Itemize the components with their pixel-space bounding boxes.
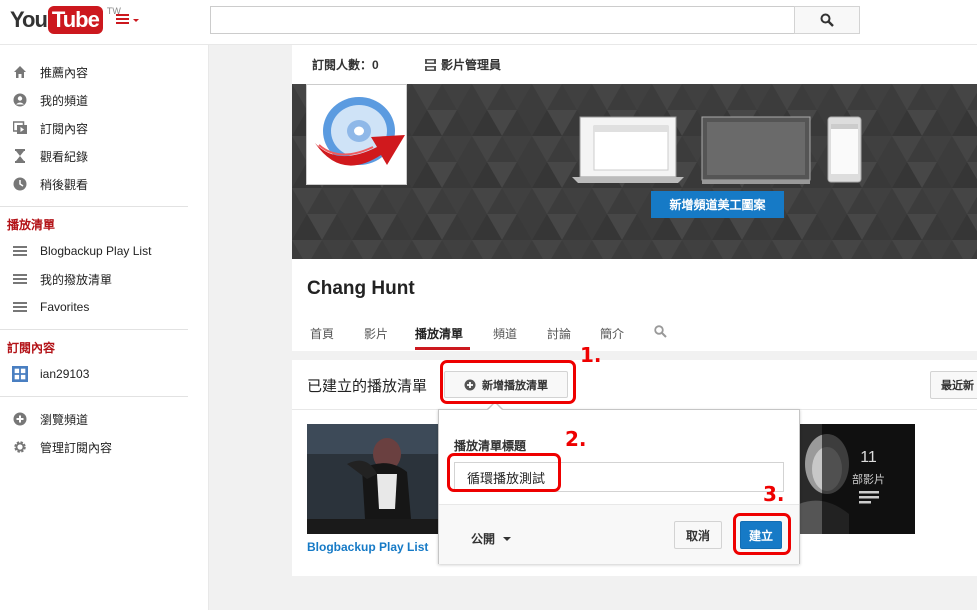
sidebar-divider: [0, 206, 188, 207]
privacy-dropdown[interactable]: 公開: [471, 530, 512, 547]
subscriber-count: 訂閱人數：0: [312, 58, 379, 72]
sidebar-item-label: Blogbackup Play List: [40, 244, 152, 258]
channel-avatar[interactable]: [306, 84, 407, 185]
search-icon: [820, 13, 834, 27]
sidebar-item-label: Favorites: [40, 300, 90, 314]
menu-icon: [116, 14, 129, 26]
guide-menu-button[interactable]: [116, 14, 140, 28]
sidebar-item-my-channel[interactable]: 我的頻道: [0, 86, 209, 114]
annotation-box-1: [440, 360, 576, 404]
masthead: You Tube TW: [0, 0, 977, 45]
sidebar-item-recommended[interactable]: 推薦內容: [0, 58, 209, 86]
video-count: 11: [860, 449, 877, 466]
search-button[interactable]: [794, 6, 860, 34]
annotation-number-2: 2.: [565, 427, 587, 451]
sidebar-divider: [0, 396, 188, 397]
tab-playlists[interactable]: 播放清單: [415, 325, 463, 342]
channel-logo-image: [307, 85, 406, 184]
sidebar-item-subscription[interactable]: ian29103: [0, 360, 209, 388]
active-tab-indicator: [415, 347, 470, 350]
logo-you-text: You: [10, 7, 48, 32]
sidebar-heading-subscriptions[interactable]: 訂閱內容: [7, 339, 55, 356]
popup-arrow-inner: [488, 403, 502, 410]
sidebar-heading-playlists[interactable]: 播放清單: [7, 216, 55, 233]
youtube-logo[interactable]: You Tube TW: [10, 6, 121, 34]
sidebar-item-label: 稍後觀看: [40, 177, 89, 192]
sidebar-item-label: 管理訂閱內容: [40, 440, 113, 455]
video-manager-label: 影片管理員: [441, 58, 502, 72]
list-icon: [12, 299, 28, 315]
tab-channels[interactable]: 頻道: [493, 325, 517, 342]
list-icon: [12, 243, 28, 259]
sidebar-item-browse-channels[interactable]: 瀏覽頻道: [0, 405, 209, 433]
sidebar-item-label: ian29103: [40, 367, 90, 381]
person-icon: [12, 92, 28, 108]
channel-banner: 新增頻道美工圖案: [292, 84, 977, 259]
gear-icon: [12, 439, 28, 455]
list-icon: [12, 271, 28, 287]
annotation-number-1: 1.: [580, 343, 602, 367]
sidebar-item-label: 訂閱內容: [40, 121, 89, 136]
add-channel-art-button[interactable]: 新增頻道美工圖案: [651, 191, 784, 218]
playlist-thumbnail-image: [307, 424, 440, 534]
video-manager-link[interactable]: 影片管理員: [425, 56, 501, 73]
sidebar-item-playlist[interactable]: Favorites: [0, 293, 209, 321]
sidebar-item-label: 我的頻道: [40, 93, 89, 108]
sidebar-item-label: 我的撥放清單: [40, 272, 113, 287]
playlist-thumbnail[interactable]: [307, 424, 440, 534]
playlist-icon: [859, 491, 879, 504]
hourglass-icon: [12, 148, 28, 164]
sidebar-item-playlist[interactable]: 我的撥放清單: [0, 265, 209, 293]
search-icon: [654, 325, 667, 338]
tab-about[interactable]: 簡介: [600, 325, 624, 342]
chevron-down-icon: [133, 19, 139, 22]
playlist-title-label: 播放清單標題: [454, 439, 527, 453]
guide-sidebar: 推薦內容 我的頻道 訂閱內容 觀看紀錄 稍後觀看 播放清單 Blogbackup…: [0, 45, 209, 610]
tab-discussion[interactable]: 討論: [547, 325, 571, 342]
channel-avatar-icon: [12, 366, 28, 382]
sidebar-item-label: 瀏覽頻道: [40, 412, 89, 427]
search-input[interactable]: [210, 6, 795, 34]
tab-home[interactable]: 首頁: [310, 325, 334, 342]
playlist-title-link[interactable]: Blogbackup Play List: [307, 540, 428, 554]
sidebar-item-subscriptions[interactable]: 訂閱內容: [0, 114, 209, 142]
annotation-box-3: [733, 513, 791, 555]
sidebar-item-playlist[interactable]: Blogbackup Play List: [0, 237, 209, 265]
privacy-label: 公開: [471, 532, 496, 546]
video-count-overlay: 11 部影片: [822, 424, 915, 534]
tab-search[interactable]: [654, 325, 667, 341]
video-manager-icon: [425, 58, 436, 71]
channel-header: Chang Hunt 首頁 影片 播放清單 頻道 討論 簡介: [292, 259, 977, 351]
channel-name: Chang Hunt: [307, 278, 415, 299]
logo-tube-text: Tube: [47, 6, 103, 34]
sort-button[interactable]: 最近新: [930, 371, 977, 399]
home-icon: [12, 64, 28, 80]
annotation-box-2: [447, 453, 561, 492]
chevron-down-icon: [503, 536, 512, 541]
channel-topbar: 訂閱人數：0 影片管理員: [292, 45, 977, 84]
playlists-section-title: 已建立的播放清單: [307, 378, 428, 395]
sidebar-item-manage-subscriptions[interactable]: 管理訂閱內容: [0, 433, 209, 461]
tab-videos[interactable]: 影片: [364, 325, 388, 342]
sidebar-item-watch-later[interactable]: 稍後觀看: [0, 170, 209, 198]
sidebar-item-history[interactable]: 觀看紀錄: [0, 142, 209, 170]
subscriptions-icon: [12, 120, 28, 136]
sidebar-item-label: 觀看紀錄: [40, 149, 89, 164]
cancel-button[interactable]: 取消: [674, 521, 722, 549]
annotation-number-3: 3.: [763, 482, 785, 506]
sidebar-divider: [0, 329, 188, 330]
clock-icon: [12, 176, 28, 192]
plus-circle-icon: [12, 411, 28, 427]
video-count-label: 部影片: [852, 474, 885, 486]
sidebar-item-label: 推薦內容: [40, 65, 89, 80]
